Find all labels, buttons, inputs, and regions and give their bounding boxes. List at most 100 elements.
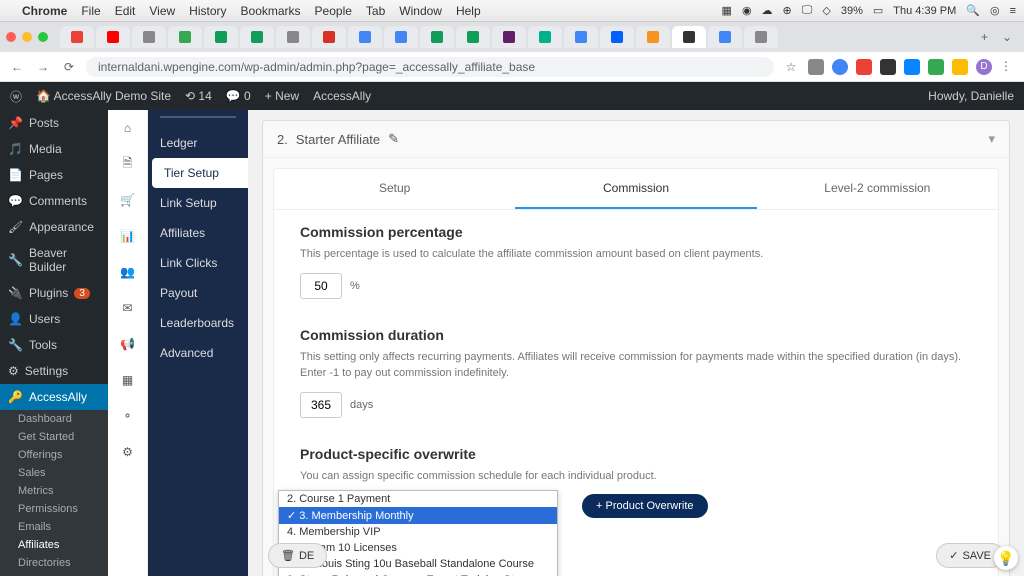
- comments-link[interactable]: 💬 0: [226, 89, 251, 103]
- updates-link[interactable]: ⟲ 14: [185, 89, 212, 103]
- browser-tab[interactable]: [672, 26, 706, 48]
- browser-tab[interactable]: [420, 26, 454, 48]
- ext-icon[interactable]: [808, 59, 824, 75]
- site-link[interactable]: 🏠 AccessAlly Demo Site: [36, 89, 171, 103]
- profile-icon[interactable]: D: [976, 59, 992, 75]
- browser-tab[interactable]: [384, 26, 418, 48]
- close-window-icon[interactable]: [6, 32, 16, 42]
- pluginnav-payout[interactable]: Payout: [148, 278, 248, 308]
- ext-icon[interactable]: [952, 59, 968, 75]
- sidebar-item-users[interactable]: 👤Users: [0, 306, 108, 332]
- dropdown-option[interactable]: 2. Course 1 Payment: [279, 491, 557, 507]
- browser-tab[interactable]: [492, 26, 526, 48]
- home-icon[interactable]: ⌂: [118, 118, 138, 138]
- back-button[interactable]: ←: [8, 58, 26, 76]
- pluginnav-ledger[interactable]: Ledger: [148, 128, 248, 158]
- browser-tab[interactable]: [528, 26, 562, 48]
- ext-icon[interactable]: [832, 59, 848, 75]
- sidebar-item-plugins[interactable]: 🔌Plugins3: [0, 280, 108, 306]
- control-center-icon[interactable]: ≡: [1010, 5, 1016, 17]
- accessally-link[interactable]: AccessAlly: [313, 89, 371, 103]
- pluginnav-tier-setup[interactable]: Tier Setup: [152, 158, 248, 188]
- dropdown-option[interactable]: ✓ 3. Membership Monthly: [279, 507, 557, 524]
- commission-percent-input[interactable]: [300, 273, 342, 299]
- panel-header[interactable]: 2. Starter Affiliate ✎ ▾: [263, 121, 1009, 158]
- ext-icon[interactable]: [928, 59, 944, 75]
- doc-icon[interactable]: 🗎: [118, 154, 138, 174]
- help-bubble-icon[interactable]: 💡: [994, 546, 1018, 570]
- sidebar-item-media[interactable]: 🎵Media: [0, 136, 108, 162]
- mail-icon[interactable]: ✉: [118, 298, 138, 318]
- browser-tab[interactable]: [636, 26, 670, 48]
- menu-file[interactable]: File: [81, 4, 100, 18]
- app-name[interactable]: Chrome: [22, 4, 67, 18]
- gear-icon[interactable]: ⚙: [118, 442, 138, 462]
- wp-logo-icon[interactable]: ⓦ: [10, 88, 22, 105]
- browser-tab[interactable]: [744, 26, 778, 48]
- dropdown-option[interactable]: 9. Stage-Released Course - Expert Traini…: [279, 572, 557, 576]
- pluginnav-affiliates[interactable]: Affiliates: [148, 218, 248, 248]
- browser-tab[interactable]: [240, 26, 274, 48]
- edit-icon[interactable]: ✎: [388, 131, 399, 147]
- new-link[interactable]: + New: [265, 89, 299, 103]
- sidebar-item-tools[interactable]: 🔧Tools: [0, 332, 108, 358]
- delete-button[interactable]: 🗑 DE: [268, 543, 327, 568]
- menu-window[interactable]: Window: [399, 4, 442, 18]
- browser-tab[interactable]: [312, 26, 346, 48]
- submenu-emails[interactable]: Emails: [0, 518, 108, 536]
- browser-tab[interactable]: [168, 26, 202, 48]
- star-icon[interactable]: ☆: [782, 58, 800, 76]
- sidebar-item-comments[interactable]: 💬Comments: [0, 188, 108, 214]
- chart-icon[interactable]: 📊: [118, 226, 138, 246]
- howdy-link[interactable]: Howdy, Danielle: [928, 89, 1014, 103]
- window-controls[interactable]: [6, 32, 48, 42]
- tab-commission[interactable]: Commission: [515, 169, 756, 209]
- menu-bookmarks[interactable]: Bookmarks: [241, 4, 301, 18]
- browser-tab[interactable]: [132, 26, 166, 48]
- browser-tab[interactable]: [564, 26, 598, 48]
- tab-level2[interactable]: Level-2 commission: [757, 169, 998, 209]
- ext-icon[interactable]: [904, 59, 920, 75]
- menu-view[interactable]: View: [149, 4, 175, 18]
- grid-icon[interactable]: ▦: [118, 370, 138, 390]
- ext-icon[interactable]: [880, 59, 896, 75]
- siri-icon[interactable]: ◎: [990, 4, 1000, 17]
- browser-tab[interactable]: [276, 26, 310, 48]
- submenu-sales[interactable]: Sales: [0, 464, 108, 482]
- sidebar-item-pages[interactable]: 📄Pages: [0, 162, 108, 188]
- browser-tab[interactable]: [708, 26, 742, 48]
- search-icon[interactable]: 🔍: [966, 4, 980, 17]
- sidebar-item-beaver-builder[interactable]: 🔧Beaver Builder: [0, 240, 108, 280]
- submenu-directories[interactable]: Directories: [0, 554, 108, 572]
- tab-setup[interactable]: Setup: [274, 169, 515, 209]
- minimize-window-icon[interactable]: [22, 32, 32, 42]
- reload-button[interactable]: ⟳: [60, 58, 78, 76]
- submenu-metrics[interactable]: Metrics: [0, 482, 108, 500]
- menu-history[interactable]: History: [189, 4, 226, 18]
- submenu-permissions[interactable]: Permissions: [0, 500, 108, 518]
- tree-icon[interactable]: ⚬: [118, 406, 138, 426]
- new-tab-button[interactable]: +: [975, 30, 994, 44]
- browser-tab[interactable]: [600, 26, 634, 48]
- submenu-get-started[interactable]: Get Started: [0, 428, 108, 446]
- pluginnav-link-clicks[interactable]: Link Clicks: [148, 248, 248, 278]
- horn-icon[interactable]: 📢: [118, 334, 138, 354]
- cart-icon[interactable]: 🛒: [118, 190, 138, 210]
- pluginnav-leaderboards[interactable]: Leaderboards: [148, 308, 248, 338]
- browser-tab[interactable]: [96, 26, 130, 48]
- submenu-teams[interactable]: Teams: [0, 572, 108, 576]
- menu-help[interactable]: Help: [456, 4, 481, 18]
- sidebar-item-posts[interactable]: 📌Posts: [0, 110, 108, 136]
- ext-icon[interactable]: [856, 59, 872, 75]
- forward-button[interactable]: →: [34, 58, 52, 76]
- menu-people[interactable]: People: [315, 4, 352, 18]
- commission-days-input[interactable]: [300, 392, 342, 418]
- collapse-icon[interactable]: ▾: [988, 131, 995, 147]
- address-bar[interactable]: internaldani.wpengine.com/wp-admin/admin…: [86, 57, 774, 77]
- submenu-offerings[interactable]: Offerings: [0, 446, 108, 464]
- dropdown-option[interactable]: 4. Membership VIP: [279, 524, 557, 540]
- add-product-overwrite-button[interactable]: + Product Overwrite: [582, 494, 708, 518]
- browser-tab[interactable]: [204, 26, 238, 48]
- users-icon[interactable]: 👥: [118, 262, 138, 282]
- chrome-menu-icon[interactable]: ⋮: [1000, 59, 1016, 75]
